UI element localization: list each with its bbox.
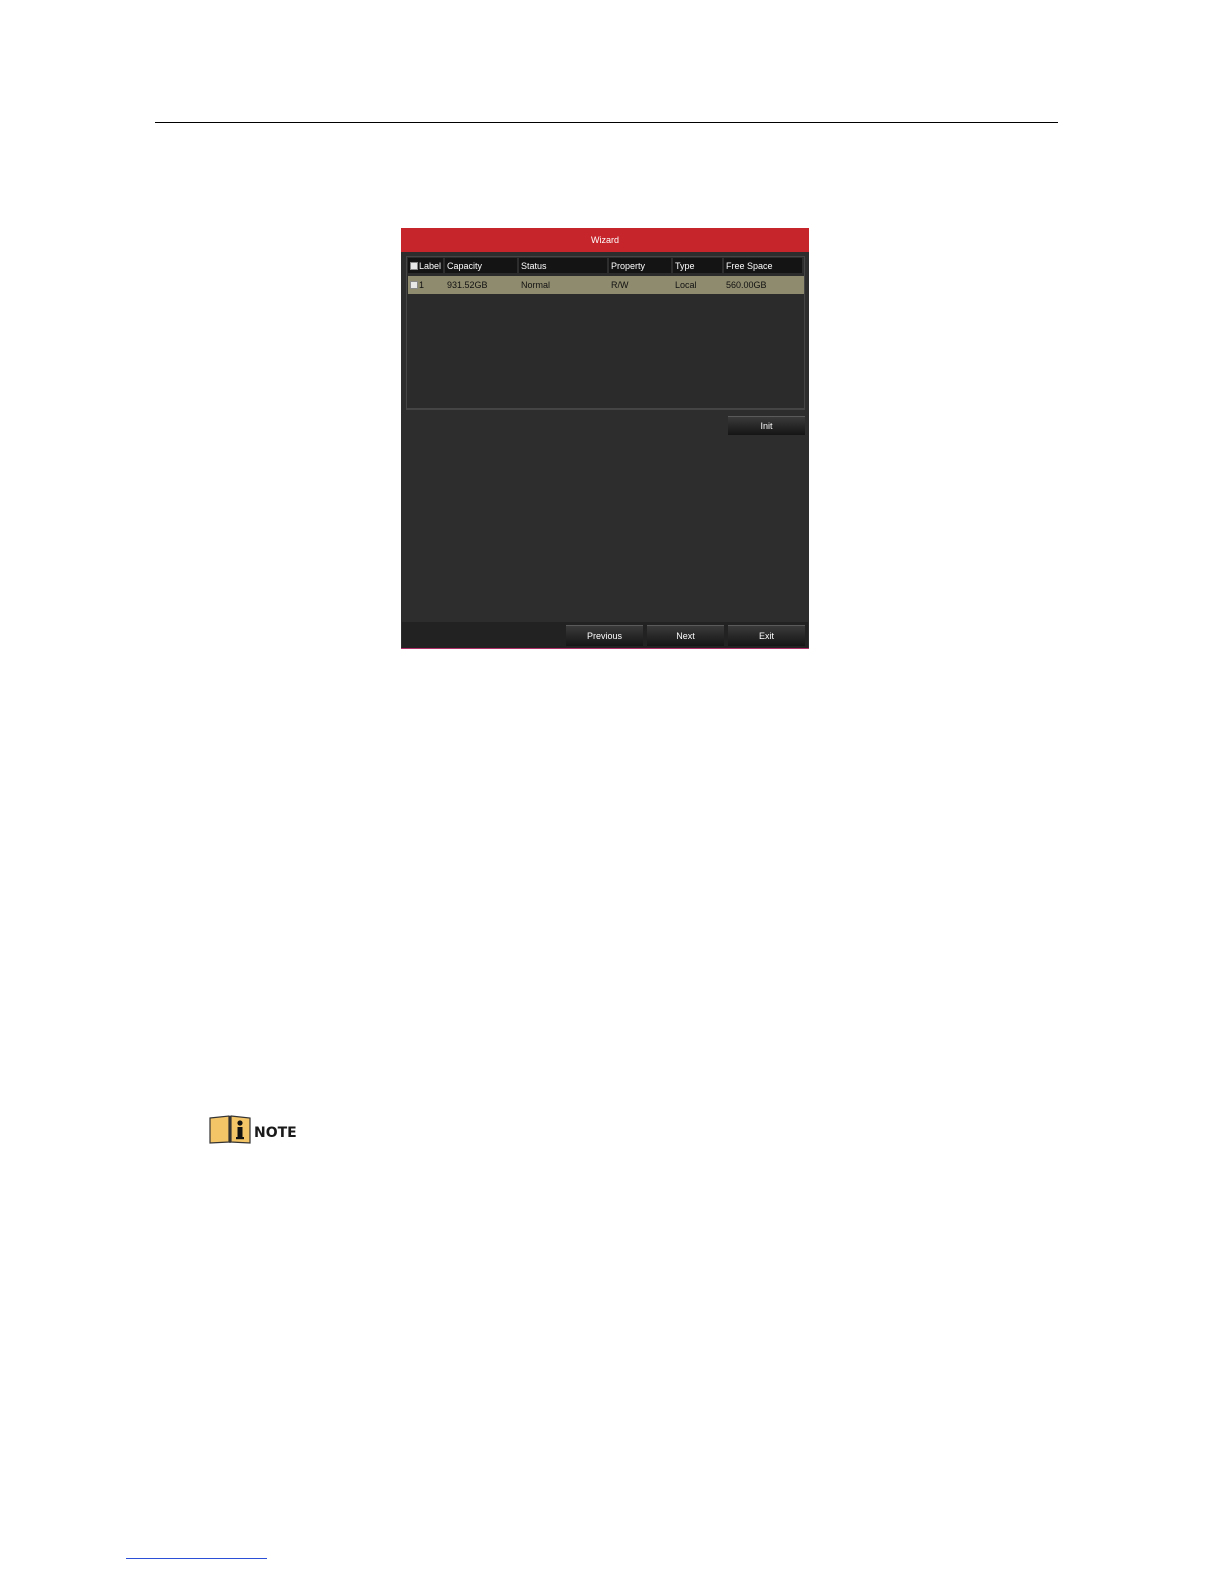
note-callout: NOTE (209, 1115, 297, 1144)
note-label: NOTE (254, 1124, 297, 1141)
header-status: Status (519, 258, 609, 273)
exit-button[interactable]: Exit (728, 625, 805, 646)
hdd-table: Label Capacity Status Property Type Free… (408, 258, 804, 294)
row-free-space: 560.00GB (726, 280, 767, 290)
wizard-title: Wizard (401, 228, 809, 252)
header-rule (155, 122, 1058, 123)
row-property: R/W (611, 280, 629, 290)
table-header: Label Capacity Status Property Type Free… (408, 258, 804, 273)
header-type: Type (673, 258, 724, 273)
row-status: Normal (521, 280, 551, 290)
select-all-checkbox[interactable] (410, 261, 418, 270)
header-free-space: Free Space (724, 258, 804, 273)
divider (406, 409, 805, 410)
row-capacity: 931.52GB (447, 280, 488, 290)
row-checkbox[interactable] (410, 281, 418, 289)
row-label: 1 (408, 276, 445, 294)
footer-link-underline (126, 1558, 267, 1559)
next-button[interactable]: Next (647, 625, 724, 646)
table-row[interactable]: 1 931.52GB Normal R/W Local 560.00GB (408, 276, 804, 294)
init-button[interactable]: Init (728, 416, 805, 435)
info-book-icon (209, 1115, 251, 1144)
header-capacity: Capacity (445, 258, 519, 273)
header-property: Property (609, 258, 673, 273)
previous-button[interactable]: Previous (566, 625, 643, 646)
row-type: Local (675, 280, 697, 290)
header-label: Label (408, 258, 445, 273)
